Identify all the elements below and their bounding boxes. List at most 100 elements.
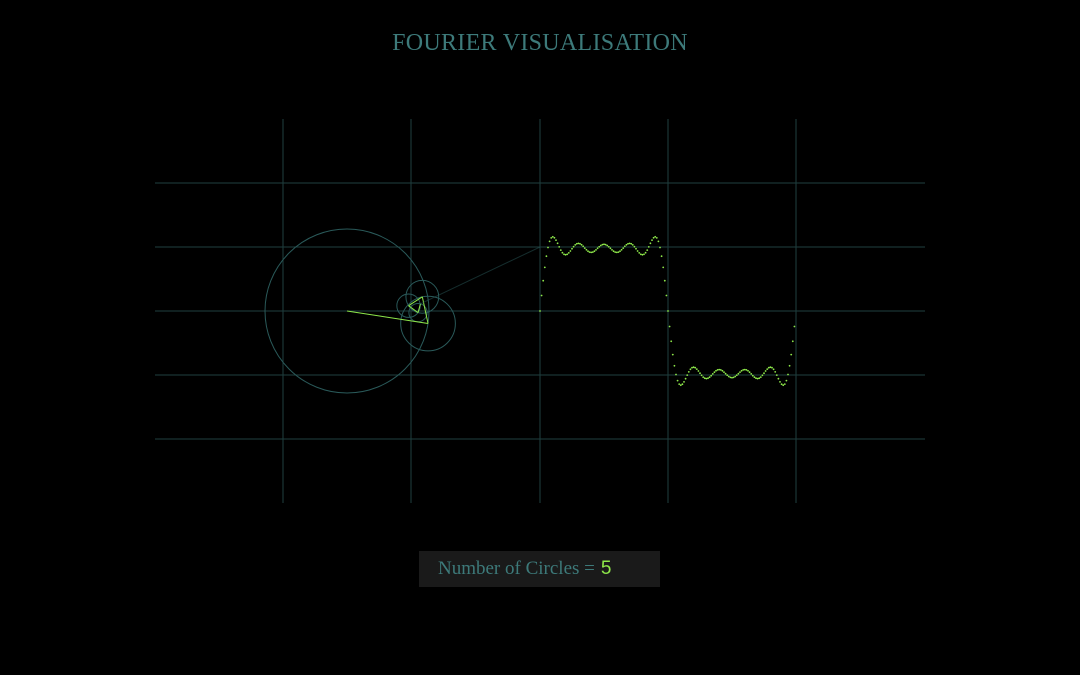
wave-point bbox=[603, 243, 605, 246]
wave-point bbox=[550, 237, 553, 239]
wave-point bbox=[585, 248, 588, 251]
wave-point bbox=[758, 377, 761, 380]
wave-point bbox=[671, 353, 674, 356]
wave-point bbox=[689, 368, 692, 371]
circle-count-value[interactable]: 5 bbox=[601, 558, 612, 580]
wave-point bbox=[707, 377, 709, 380]
wave-point bbox=[563, 253, 565, 256]
wave-point bbox=[668, 325, 671, 328]
wave-point bbox=[769, 366, 772, 369]
wave-point bbox=[641, 253, 644, 256]
wave-point bbox=[678, 383, 681, 385]
wave-point bbox=[651, 239, 653, 242]
wave-point bbox=[596, 247, 599, 250]
wave-point bbox=[751, 374, 754, 377]
radius-lines bbox=[346, 246, 541, 325]
wave-point bbox=[719, 369, 722, 371]
wave-point bbox=[747, 369, 749, 372]
wave-point bbox=[788, 364, 791, 367]
wave-point bbox=[561, 251, 564, 254]
wave-point bbox=[694, 366, 697, 369]
wave-point bbox=[756, 377, 759, 380]
wave-point bbox=[703, 377, 706, 380]
wave-point bbox=[667, 310, 669, 312]
wave-point bbox=[692, 366, 695, 369]
wave-point bbox=[553, 236, 556, 239]
wave-point bbox=[691, 366, 693, 369]
wave-point bbox=[556, 242, 559, 245]
wave-point bbox=[606, 244, 609, 247]
wave-point bbox=[588, 251, 591, 254]
wave-point bbox=[779, 381, 781, 383]
wave-point bbox=[743, 368, 746, 371]
wave-point bbox=[611, 249, 613, 251]
wave-point bbox=[579, 242, 581, 245]
wave-point bbox=[638, 252, 641, 254]
wave-point bbox=[559, 249, 562, 252]
wave-point bbox=[614, 251, 617, 254]
wave-point bbox=[587, 250, 589, 253]
wave-point bbox=[591, 251, 594, 254]
wave-point bbox=[646, 249, 649, 252]
wave-point bbox=[574, 244, 577, 246]
wave-point bbox=[551, 235, 554, 238]
wave-point bbox=[761, 374, 764, 377]
wave-point bbox=[604, 243, 607, 246]
wave-point bbox=[617, 251, 620, 254]
wave-point bbox=[742, 369, 745, 371]
wave-point bbox=[727, 375, 730, 378]
wave-point bbox=[662, 266, 665, 269]
wave-point bbox=[627, 242, 629, 245]
wave-point bbox=[686, 374, 689, 376]
wave-point bbox=[635, 247, 637, 250]
wave-point bbox=[575, 242, 578, 245]
wave-point bbox=[766, 368, 769, 370]
wave-point bbox=[598, 245, 601, 248]
wave-point bbox=[625, 243, 628, 246]
wave-point bbox=[655, 237, 658, 239]
wave-point bbox=[791, 340, 794, 343]
wave-point bbox=[599, 244, 602, 247]
wave-point bbox=[558, 246, 561, 248]
wave-point bbox=[582, 245, 585, 248]
wave-point bbox=[583, 247, 586, 250]
wave-point bbox=[665, 294, 668, 297]
wave-point bbox=[745, 369, 748, 371]
wave-point bbox=[699, 372, 701, 375]
wave-point bbox=[710, 374, 713, 377]
wave-point bbox=[652, 236, 655, 239]
wave-point bbox=[609, 247, 612, 250]
wave-point bbox=[643, 253, 645, 256]
wave-point bbox=[711, 373, 714, 375]
wave-point bbox=[593, 250, 596, 253]
wave-point bbox=[644, 251, 647, 254]
wave-point bbox=[772, 368, 775, 371]
wave-point bbox=[740, 369, 743, 372]
wave-point bbox=[732, 376, 735, 379]
wave-point bbox=[542, 279, 545, 282]
circle-count-control[interactable]: Number of Circles = 5 bbox=[419, 551, 660, 587]
wave-point bbox=[615, 251, 618, 254]
wave-point bbox=[633, 245, 636, 248]
wave-point bbox=[764, 370, 767, 372]
wave-point bbox=[793, 325, 796, 328]
wave-point bbox=[555, 239, 557, 242]
wave-point bbox=[782, 384, 785, 387]
wave-point bbox=[659, 246, 661, 249]
wave-point bbox=[735, 374, 738, 377]
wave-point bbox=[759, 376, 762, 378]
wave-point bbox=[647, 246, 650, 248]
wave-point bbox=[723, 371, 725, 373]
wave-point bbox=[775, 374, 778, 376]
wave-point bbox=[580, 243, 583, 246]
wave-point bbox=[564, 253, 567, 256]
wave-point bbox=[684, 377, 687, 380]
wave-point bbox=[628, 242, 631, 245]
wave-point bbox=[753, 376, 756, 379]
wave-point bbox=[780, 383, 783, 386]
wave-point bbox=[783, 383, 786, 385]
wave-point bbox=[620, 248, 623, 251]
wave-point bbox=[631, 244, 634, 246]
wave-point bbox=[649, 242, 652, 245]
wave-point bbox=[771, 366, 773, 369]
